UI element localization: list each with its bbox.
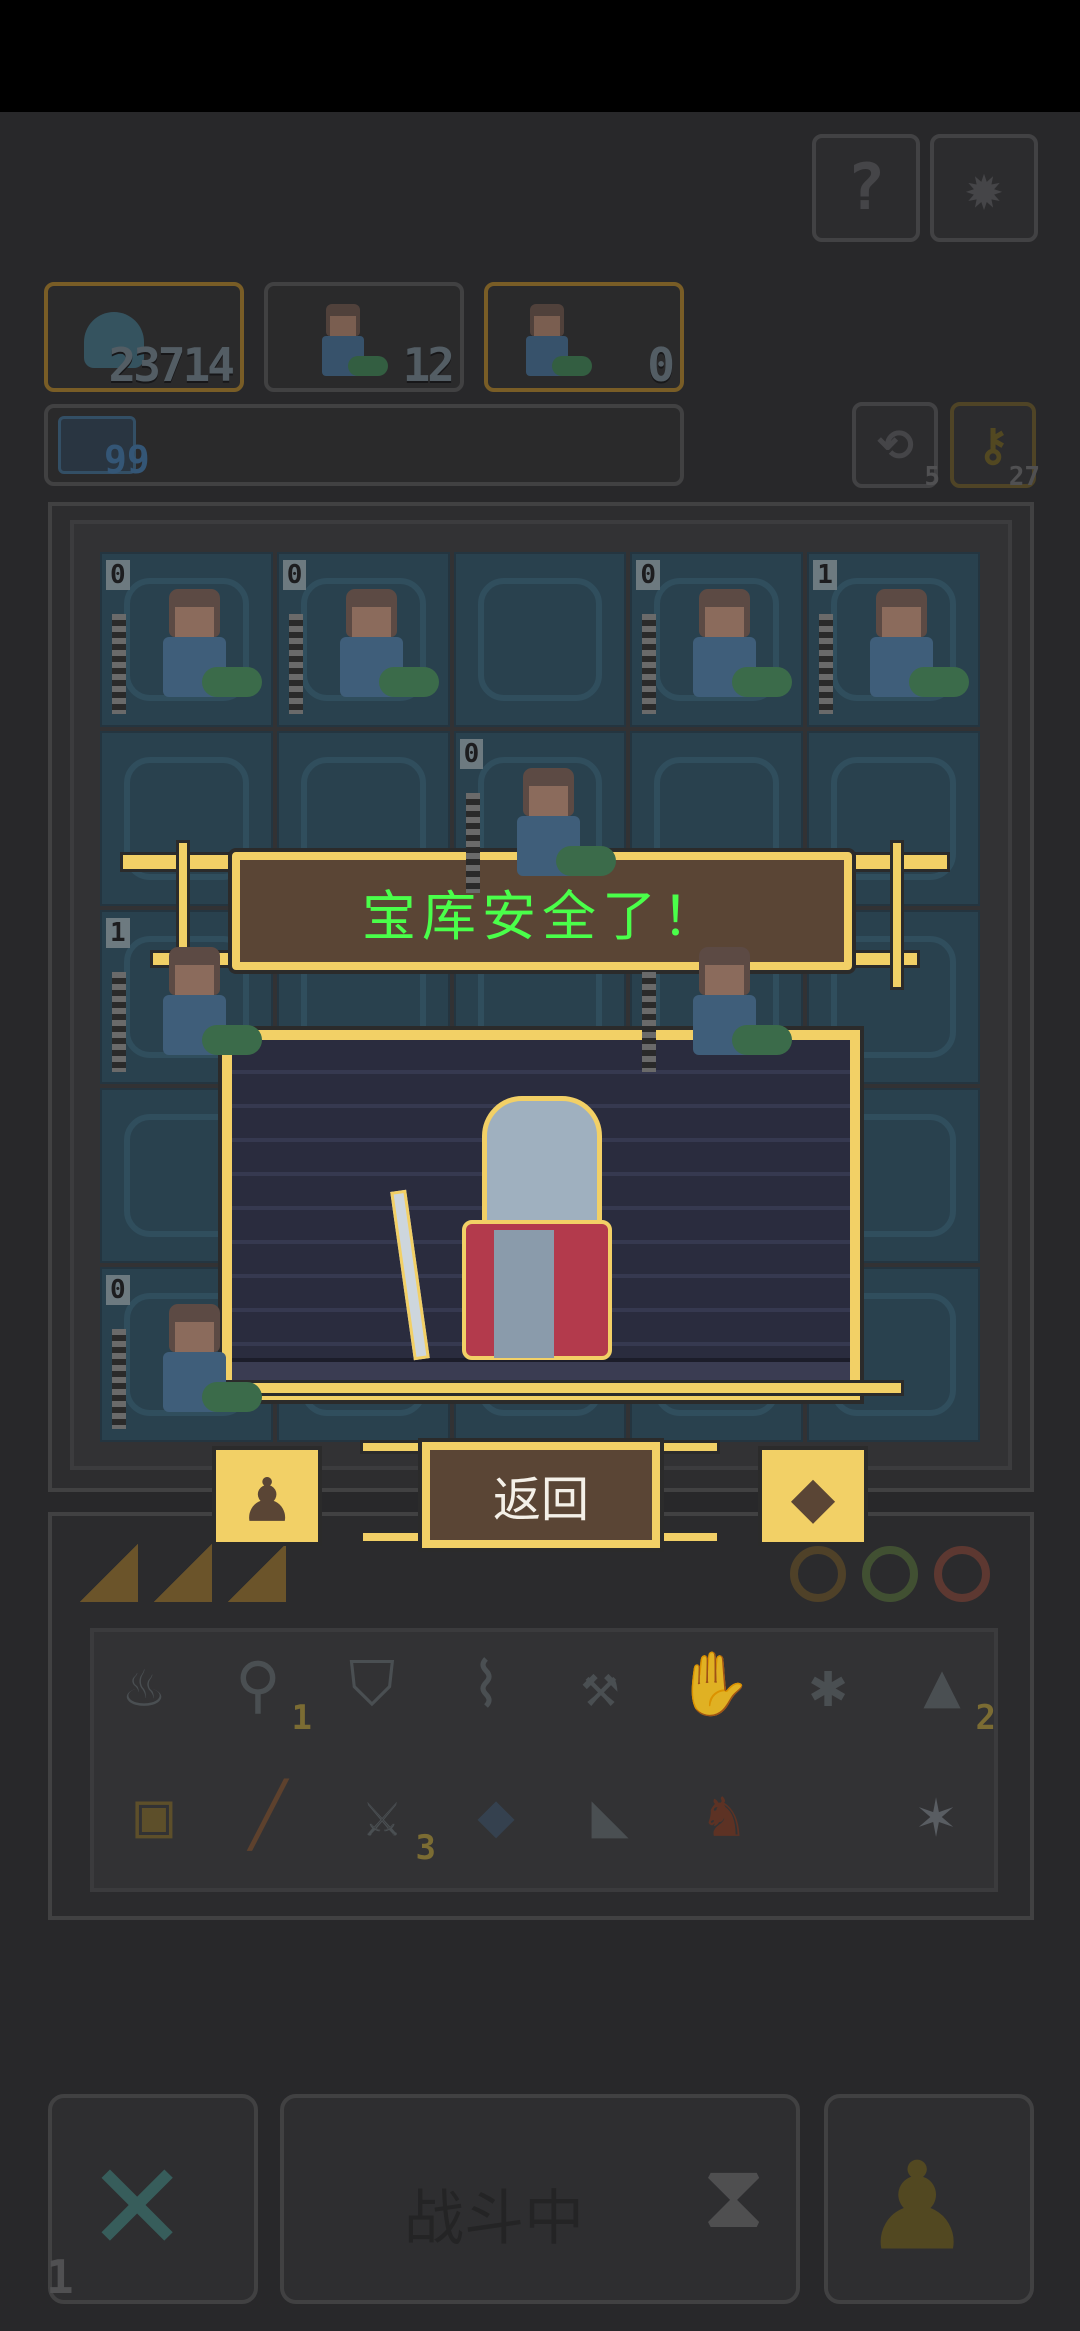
unit-level: 0	[106, 560, 130, 590]
unit-level: 0	[106, 1275, 130, 1306]
hp-ladder	[288, 614, 303, 714]
status-bar	[0, 0, 1080, 112]
hp-ladder	[819, 614, 834, 714]
unit-level: 1	[106, 917, 130, 948]
gem-button-dialog[interactable]: ◆	[758, 1446, 868, 1546]
unit-avatar	[849, 580, 970, 706]
hp-ladder	[112, 614, 126, 714]
knight-helmet	[482, 1096, 602, 1236]
hp-ladder	[465, 792, 480, 893]
knight-scene	[222, 1030, 860, 1400]
hp-ladder	[642, 971, 657, 1072]
unit-avatar	[142, 1295, 262, 1421]
unit-level: 0	[636, 560, 661, 590]
hp-ladder	[642, 614, 657, 714]
knight-body	[494, 1230, 554, 1358]
unit-level: 0	[459, 738, 484, 769]
unit-avatar	[142, 938, 262, 1064]
back-button[interactable]: 返回	[422, 1442, 660, 1548]
unit-avatar	[672, 580, 793, 706]
unit-avatar	[319, 580, 439, 706]
unit-avatar	[496, 759, 616, 885]
pawn-icon: ♟	[244, 1453, 290, 1539]
banner-post	[890, 840, 904, 990]
scene-base	[178, 1380, 904, 1396]
unit-avatar	[142, 580, 262, 706]
hp-ladder	[112, 971, 126, 1072]
pawn-button-dialog[interactable]: ♟	[212, 1446, 322, 1546]
unit-level: 1	[813, 560, 837, 590]
hp-ladder	[112, 1329, 126, 1430]
unit-avatar	[672, 938, 793, 1064]
unit-level: 0	[282, 560, 307, 590]
gem-icon: ◆	[790, 1453, 836, 1539]
